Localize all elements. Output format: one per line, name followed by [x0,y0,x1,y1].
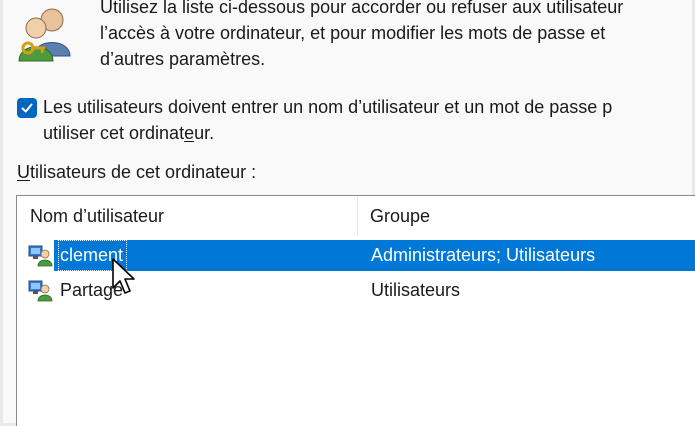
checkmark-icon [21,103,33,113]
column-header-group[interactable]: Groupe [370,196,690,236]
users-list-label-mnemonic: U [17,162,30,182]
column-separator[interactable] [357,196,358,236]
users-listview[interactable]: Nom d’utilisateur Groupe clement Adminis… [16,195,695,426]
user-row-partage[interactable]: Partage Utilisateurs [21,275,695,306]
require-password-label-mnemonic: e [184,123,195,143]
require-password-label[interactable]: Les utilisateurs doivent entrer un nom d… [43,94,693,146]
users-list-label-text: tilisateurs de cet ordinateur : [30,162,257,182]
user-row-name[interactable]: clement [58,240,128,271]
user-row-group: Utilisateurs [371,280,461,300]
user-row-clement[interactable]: clement Administrateurs; Utilisateurs [21,240,695,271]
user-account-icon [28,280,53,302]
user-row-group: Administrateurs; Utilisateurs [371,245,596,265]
column-header-username[interactable]: Nom d’utilisateur [30,196,360,236]
require-password-label-line1: Les utilisateurs doivent entrer un nom d… [43,97,613,117]
user-row-name[interactable]: Partage [58,275,127,306]
intro-description: Utilisez la liste ci-dessous pour accord… [100,0,624,69]
user-account-icon [28,245,53,267]
window-edge-left [0,0,3,426]
require-password-label-line2-a: utiliser cet ordinat [43,123,185,143]
require-password-label-line2-b: ur. [194,123,215,143]
require-password-checkbox[interactable] [17,98,37,118]
users-icon [18,8,71,62]
user-accounts-dialog: Utilisez la liste ci-dessous pour accord… [0,0,695,426]
users-list-label: Utilisateurs de cet ordinateur : [17,159,256,185]
